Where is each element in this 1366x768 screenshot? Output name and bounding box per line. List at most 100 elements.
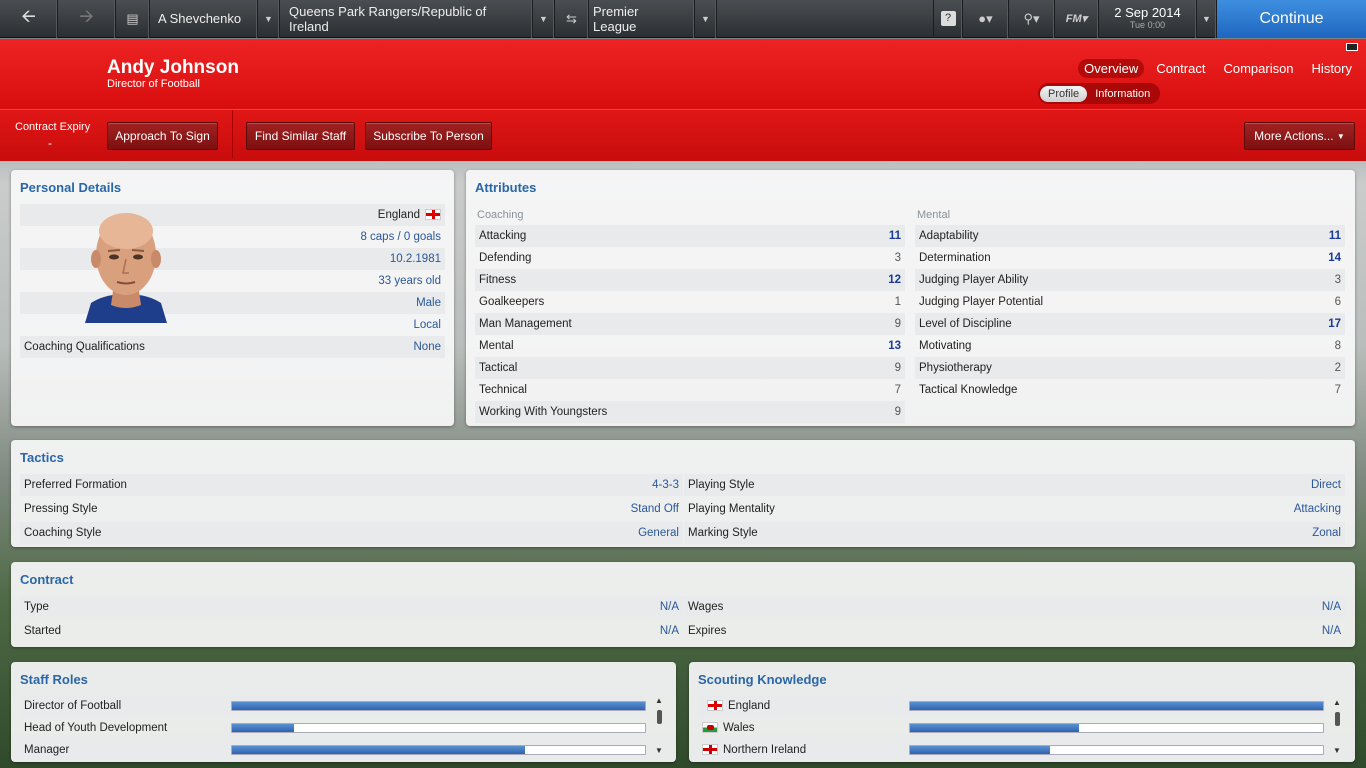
fm-menu-icon[interactable]: FM ▾ bbox=[1055, 0, 1099, 38]
attribute-row: Adaptability 11 bbox=[915, 225, 1345, 247]
qualifications-row: Coaching Qualifications None bbox=[20, 336, 445, 358]
attribute-name: Physiotherapy bbox=[919, 362, 992, 374]
tab-overview[interactable]: Overview bbox=[1078, 59, 1145, 78]
attribute-row: Motivating 8 bbox=[915, 335, 1345, 357]
tactics-row: Playing Mentality Attacking bbox=[684, 498, 1345, 520]
marking-style-value: Zonal bbox=[1312, 527, 1341, 539]
bar-fill bbox=[232, 702, 645, 710]
staff-role-row: Director of Football bbox=[20, 695, 647, 717]
attribute-name: Fitness bbox=[479, 274, 517, 286]
label-text: Director of Football bbox=[24, 700, 122, 712]
attribute-value: 9 bbox=[894, 362, 901, 374]
scouting-row: Northern Ireland bbox=[698, 739, 1325, 761]
knowledge-bar bbox=[909, 723, 1324, 733]
manager-dropdown-icon[interactable]: ▼ bbox=[258, 0, 280, 38]
scrollbar-thumb[interactable] bbox=[1335, 712, 1340, 726]
scrollbar-thumb[interactable] bbox=[657, 710, 662, 724]
tab-history[interactable]: History bbox=[1306, 59, 1358, 78]
scroll-down-icon[interactable]: ▼ bbox=[1332, 746, 1342, 755]
more-actions-button[interactable]: More Actions... ▼ bbox=[1244, 122, 1355, 150]
contract-started-value: N/A bbox=[659, 625, 679, 637]
dob-value: 10.2.1981 bbox=[389, 253, 441, 265]
subtab-bar: Profile Information bbox=[1038, 83, 1161, 104]
competition-link[interactable]: Premier League bbox=[589, 0, 695, 38]
date-dropdown-icon[interactable]: ▼ bbox=[1197, 0, 1217, 38]
scouting-row: England bbox=[698, 695, 1325, 717]
scroll-down-icon[interactable]: ▼ bbox=[654, 746, 664, 755]
nationality-value[interactable]: England bbox=[378, 209, 441, 221]
bar-fill bbox=[910, 702, 1323, 710]
tactics-row: Pressing Style Stand Off bbox=[20, 498, 683, 520]
nir-flag-icon bbox=[702, 744, 718, 756]
subtab-profile[interactable]: Profile bbox=[1040, 85, 1088, 102]
divider bbox=[232, 110, 233, 158]
attribute-value: 1 bbox=[894, 296, 901, 308]
tactics-row: Preferred Formation 4-3-3 bbox=[20, 474, 683, 496]
attribute-name: Defending bbox=[479, 252, 532, 264]
attribute-value: 7 bbox=[894, 384, 901, 396]
contract-started-label: Started bbox=[24, 625, 62, 637]
top-navigation-bar: 🡨 🡪 ▤ A Shevchenko ▼ Queens Park Rangers… bbox=[0, 0, 1366, 38]
help-icon[interactable]: ? bbox=[933, 0, 963, 38]
tactics-panel: Tactics Preferred Formation 4-3-3 Pressin… bbox=[11, 440, 1355, 547]
club-link[interactable]: Queens Park Rangers/Republic of Ireland bbox=[280, 0, 533, 38]
manager-card-icon[interactable]: ▤ bbox=[116, 0, 150, 38]
tactics-row: Coaching Style General bbox=[20, 522, 683, 544]
tab-comparison[interactable]: Comparison bbox=[1217, 59, 1299, 78]
panel-title: Scouting Knowledge bbox=[698, 672, 827, 687]
window-toggle-icon[interactable] bbox=[1346, 43, 1358, 51]
contract-row: Wages N/A bbox=[684, 596, 1345, 618]
attribute-name: Judging Player Ability bbox=[919, 274, 1029, 286]
attribute-name: Mental bbox=[479, 340, 514, 352]
attribute-value: 11 bbox=[888, 230, 901, 242]
panel-title: Tactics bbox=[20, 450, 64, 465]
attribute-row: Man Management 9 bbox=[475, 313, 905, 335]
search-icon[interactable]: ⚲▾ bbox=[1009, 0, 1055, 38]
competition-dropdown-icon[interactable]: ▼ bbox=[695, 0, 717, 38]
contract-row: Type N/A bbox=[20, 596, 683, 618]
england-flag-icon bbox=[425, 209, 441, 221]
knowledge-bar bbox=[909, 745, 1324, 755]
contract-expiry-label: Contract Expiry bbox=[15, 121, 91, 133]
chevron-down-icon: ▼ bbox=[1336, 131, 1345, 141]
role-suitability-bar bbox=[231, 701, 646, 711]
date-text: 2 Sep 2014 bbox=[1114, 4, 1181, 20]
attribute-row: Tactical Knowledge 7 bbox=[915, 379, 1345, 401]
tab-contract[interactable]: Contract bbox=[1150, 59, 1211, 78]
subtab-information[interactable]: Information bbox=[1087, 86, 1158, 102]
qualifications-value: None bbox=[413, 341, 442, 353]
subscribe-button[interactable]: Subscribe To Person bbox=[365, 122, 492, 150]
find-similar-staff-button[interactable]: Find Similar Staff bbox=[246, 122, 355, 150]
scroll-up-icon[interactable]: ▲ bbox=[654, 696, 664, 705]
continue-button[interactable]: Continue bbox=[1217, 0, 1366, 38]
approach-to-sign-button[interactable]: Approach To Sign bbox=[107, 122, 218, 150]
more-actions-label: More Actions... bbox=[1254, 129, 1334, 143]
person-role: Director of Football bbox=[107, 78, 200, 90]
wal-flag-icon bbox=[702, 722, 718, 734]
forward-arrow-icon[interactable]: 🡪 bbox=[58, 0, 116, 38]
attribute-name: Level of Discipline bbox=[919, 318, 1012, 330]
contract-panel: Contract Type N/A Started N/A Wages N/A Exp… bbox=[11, 562, 1355, 647]
manager-name-link[interactable]: A Shevchenko bbox=[150, 0, 258, 38]
expires-value: N/A bbox=[1321, 625, 1341, 637]
panel-title: Attributes bbox=[475, 180, 537, 195]
globe-icon[interactable]: ●▾ bbox=[963, 0, 1009, 38]
expires-label: Expires bbox=[688, 625, 727, 637]
person-name: Andy Johnson bbox=[107, 57, 239, 78]
attribute-row: Attacking 11 bbox=[475, 225, 905, 247]
swap-arrows-icon[interactable]: ⇆ bbox=[555, 0, 589, 38]
attribute-row: Level of Discipline 17 bbox=[915, 313, 1345, 335]
attribute-name: Attacking bbox=[479, 230, 527, 242]
scroll-up-icon[interactable]: ▲ bbox=[1332, 698, 1342, 707]
attribute-value: 12 bbox=[888, 274, 901, 286]
contract-row: Expires N/A bbox=[684, 620, 1345, 642]
attribute-value: 11 bbox=[1328, 230, 1341, 242]
contract-type-value: N/A bbox=[659, 601, 679, 613]
club-dropdown-icon[interactable]: ▼ bbox=[533, 0, 555, 38]
nation-label: Wales bbox=[698, 722, 755, 734]
bar-fill bbox=[910, 746, 1051, 754]
back-arrow-icon[interactable]: 🡨 bbox=[0, 0, 58, 38]
attribute-value: 2 bbox=[1334, 362, 1341, 374]
attribute-value: 14 bbox=[1328, 252, 1341, 264]
role-label: Manager bbox=[20, 744, 69, 756]
